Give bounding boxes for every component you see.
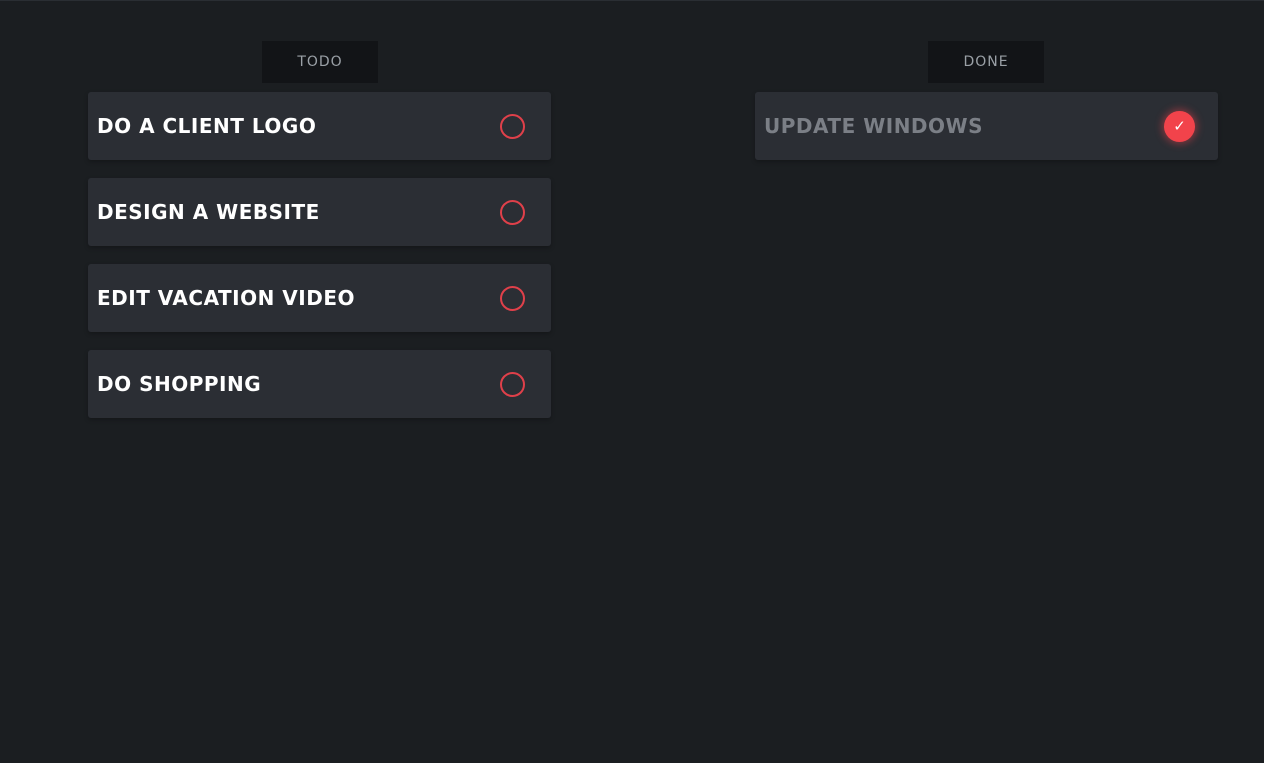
task-label: DO SHOPPING: [97, 372, 262, 396]
top-divider: [0, 0, 1264, 1]
todo-item: EDIT VACATION VIDEO: [88, 264, 551, 332]
todo-item: DESIGN A WEBSITE: [88, 178, 551, 246]
todo-header: TODO: [262, 41, 378, 83]
todo-list: DO A CLIENT LOGO DESIGN A WEBSITE EDIT V…: [88, 92, 552, 436]
complete-task-button[interactable]: [500, 286, 525, 311]
done-header: DONE: [928, 41, 1044, 83]
complete-task-button[interactable]: [500, 114, 525, 139]
complete-task-button[interactable]: [500, 200, 525, 225]
todo-item: DO A CLIENT LOGO: [88, 92, 551, 160]
complete-task-button[interactable]: [500, 372, 525, 397]
task-label: DO A CLIENT LOGO: [97, 114, 317, 138]
checkmark-icon: ✓: [1173, 117, 1186, 135]
task-label: EDIT VACATION VIDEO: [97, 286, 355, 310]
todo-item: DO SHOPPING: [88, 350, 551, 418]
task-label: DESIGN A WEBSITE: [97, 200, 320, 224]
task-label: UPDATE WINDOWS: [764, 114, 984, 138]
done-item: UPDATE WINDOWS ✓: [755, 92, 1218, 160]
done-list: UPDATE WINDOWS ✓: [755, 92, 1219, 178]
uncomplete-task-button[interactable]: ✓: [1164, 111, 1195, 142]
